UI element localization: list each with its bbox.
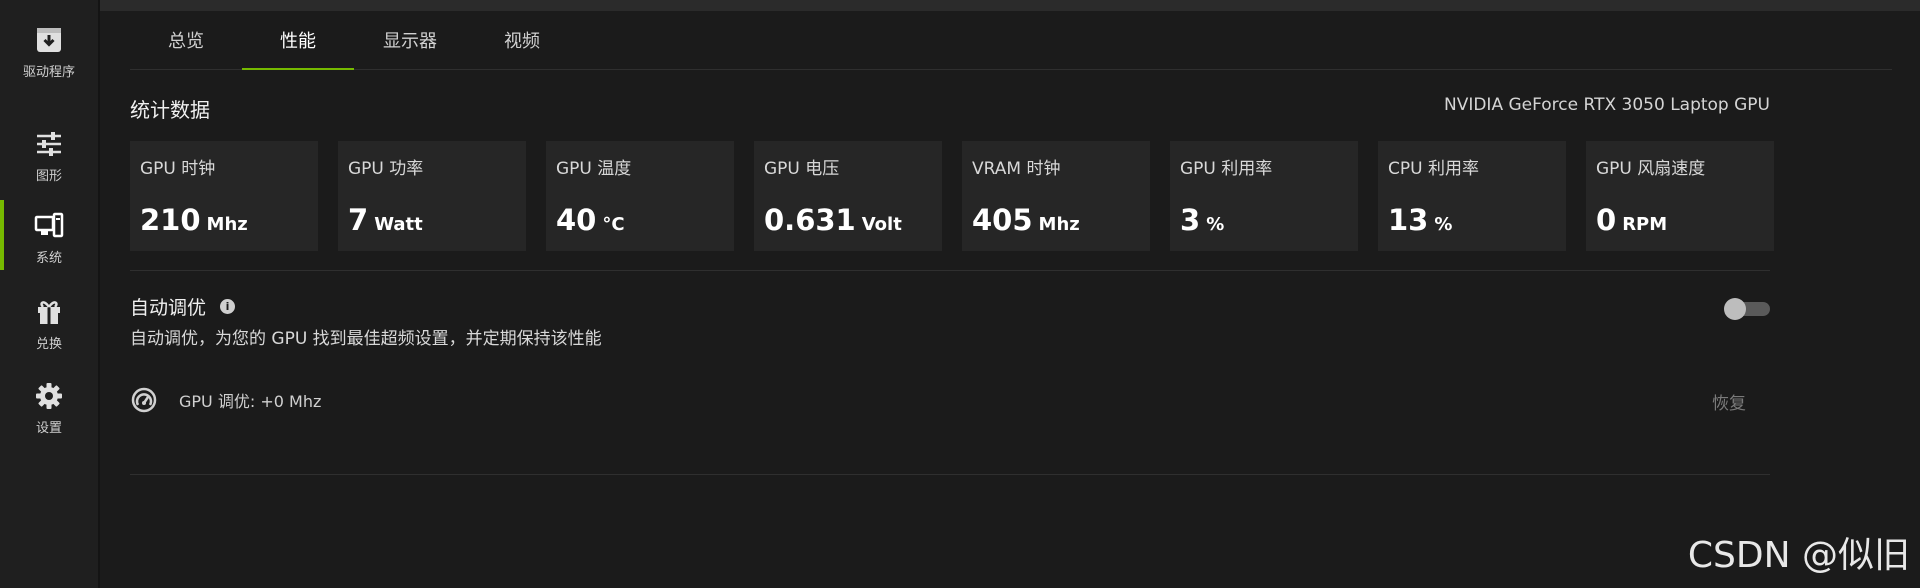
sidebar-item-system[interactable]: 系统: [0, 198, 98, 278]
main-content: 总览 性能 显示器 视频 统计数据 NVIDIA GeForce RTX 305…: [100, 11, 1920, 588]
sidebar-item-drivers[interactable]: 驱动程序: [0, 12, 98, 92]
stat-label: GPU 利用率: [1180, 159, 1273, 179]
stat-card-gpu-voltage: GPU 电压 0.631 Volt: [754, 141, 942, 251]
toggle-knob: [1724, 298, 1746, 320]
info-icon[interactable]: i: [220, 299, 236, 314]
stat-value: 13%: [1388, 203, 1452, 237]
stat-unit: RPM: [1622, 214, 1668, 235]
stat-number: 405: [972, 203, 1033, 237]
stat-value: 0.631 Volt: [764, 203, 902, 237]
auto-tune-toggle[interactable]: [1724, 298, 1770, 320]
stat-unit: Watt: [374, 214, 423, 235]
gear-icon: [36, 382, 62, 409]
stat-value: 40 °C: [556, 203, 625, 237]
tab-performance[interactable]: 性能: [242, 11, 354, 70]
stat-value: 210 Mhz: [140, 203, 248, 237]
sidebar-item-settings[interactable]: 设置: [0, 368, 98, 448]
stat-number: 3: [1180, 203, 1201, 237]
sidebar-item-label: 设置: [35, 420, 62, 436]
sidebar-item-label: 系统: [35, 250, 62, 266]
stats-cards: GPU 时钟 210 Mhz GPU 功率 7 Watt GPU 温度 40 °C G…: [130, 141, 1774, 251]
gift-icon: [38, 300, 60, 324]
stat-label: VRAM 时钟: [972, 159, 1061, 179]
stat-card-gpu-clock: GPU 时钟 210 Mhz: [130, 141, 318, 251]
sliders-icon: [37, 131, 61, 156]
stat-number: 40: [556, 203, 597, 237]
gpu-name: NVIDIA GeForce RTX 3050 Laptop GPU: [1443, 95, 1770, 115]
stat-card-vram-clock: VRAM 时钟 405 Mhz: [962, 141, 1150, 251]
gpu-tune-row: GPU 调优: +0 Mhz: [130, 386, 321, 414]
sidebar-item-redeem[interactable]: 兑换: [0, 284, 98, 364]
stats-title: 统计数据: [130, 98, 210, 122]
stat-number: 13: [1388, 203, 1429, 237]
stat-unit: Volt: [861, 214, 902, 235]
stat-number: 7: [348, 203, 369, 237]
stat-unit: °C: [602, 214, 625, 235]
divider: [130, 474, 1770, 475]
stat-number: 0.631: [764, 203, 856, 237]
stat-number: 210: [140, 203, 201, 237]
stat-label: GPU 温度: [556, 159, 632, 179]
stat-value: 7 Watt: [348, 203, 423, 237]
stat-card-gpu-temp: GPU 温度 40 °C: [546, 141, 734, 251]
sidebar: 驱动程序 图形 系统 兑换 设置: [0, 0, 100, 588]
tab-video[interactable]: 视频: [466, 11, 578, 69]
tab-overview[interactable]: 总览: [130, 11, 242, 69]
stat-unit: %: [1206, 214, 1225, 235]
monitor-icon: [34, 212, 64, 237]
stat-label: CPU 利用率: [1388, 159, 1479, 179]
tab-bar: 总览 性能 显示器 视频: [130, 11, 1892, 70]
watermark: CSDN @似旧: [1687, 535, 1910, 576]
stat-card-cpu-util: CPU 利用率 13%: [1378, 141, 1566, 251]
stat-number: 0: [1596, 203, 1617, 237]
gpu-tune-label: GPU 调优:: [179, 392, 256, 411]
stat-value: 0 RPM: [1596, 203, 1667, 237]
gpu-tune-text: GPU 调优: +0 Mhz: [179, 388, 321, 412]
auto-tune-description: 自动调优，为您的 GPU 找到最佳超频设置，并定期保持该性能: [130, 329, 602, 349]
stat-unit: Mhz: [1038, 214, 1080, 235]
auto-tune-heading: 自动调优 i: [130, 293, 236, 320]
stat-value: 405 Mhz: [972, 203, 1080, 237]
download-icon: [37, 27, 61, 52]
stat-label: GPU 时钟: [140, 159, 216, 179]
stat-unit: %: [1434, 214, 1453, 235]
stat-card-gpu-util: GPU 利用率 3%: [1170, 141, 1358, 251]
stat-card-gpu-power: GPU 功率 7 Watt: [338, 141, 526, 251]
tab-display[interactable]: 显示器: [354, 11, 466, 69]
speedometer-icon: [131, 387, 157, 413]
sidebar-item-label: 驱动程序: [22, 64, 75, 80]
sidebar-item-graphics[interactable]: 图形: [0, 116, 98, 196]
gpu-tune-value: +0 Mhz: [260, 392, 322, 411]
auto-tune-title: 自动调优: [130, 297, 207, 319]
sidebar-item-label: 兑换: [35, 336, 62, 352]
restore-button[interactable]: 恢复: [1712, 389, 1746, 414]
top-strip: [100, 0, 1920, 11]
stat-label: GPU 电压: [764, 159, 840, 179]
stat-value: 3%: [1180, 203, 1224, 237]
stat-card-fan-speed: GPU 风扇速度 0 RPM: [1586, 141, 1774, 251]
stat-label: GPU 功率: [348, 159, 424, 179]
divider: [130, 270, 1770, 271]
sidebar-item-label: 图形: [35, 168, 62, 184]
stat-unit: Mhz: [206, 214, 248, 235]
stat-label: GPU 风扇速度: [1596, 159, 1706, 179]
